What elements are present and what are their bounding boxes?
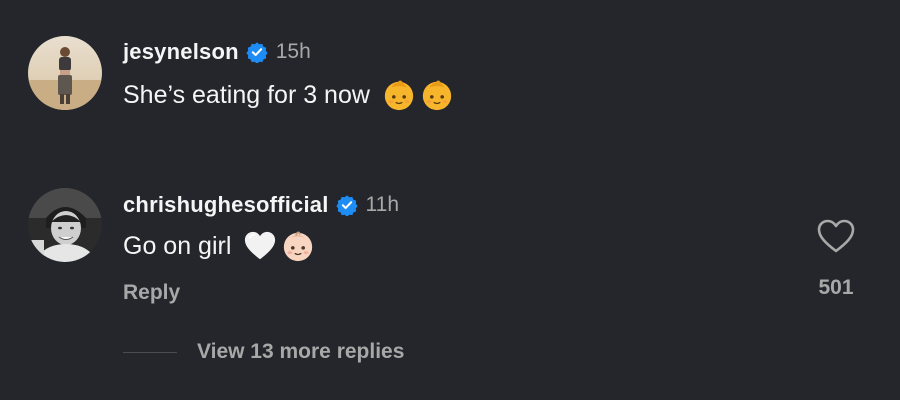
username[interactable]: jesynelson xyxy=(123,39,239,65)
baby-emoji xyxy=(281,229,315,263)
avatar-jesynelson[interactable] xyxy=(28,36,102,110)
avatar-image xyxy=(28,36,102,110)
timestamp: 11h xyxy=(365,193,399,216)
timestamp: 15h xyxy=(275,40,311,63)
comment-meta: chrishughesofficial 11h xyxy=(123,190,399,220)
comment-text: Go on girl xyxy=(123,231,232,260)
view-more-replies-label: View 13 more replies xyxy=(197,340,405,363)
comment-meta: jesynelson 15h xyxy=(123,37,311,67)
username[interactable]: chrishughesofficial xyxy=(123,192,329,218)
comment-text: She’s eating for 3 now xyxy=(123,80,370,109)
white-heart-emoji xyxy=(243,229,277,263)
reply-button[interactable]: Reply xyxy=(123,281,180,305)
avatar-image xyxy=(28,188,102,262)
comment-text-row: She’s eating for 3 now xyxy=(123,78,454,112)
baby-emoji xyxy=(382,78,416,112)
baby-emoji xyxy=(420,78,454,112)
verified-badge-icon xyxy=(335,194,358,216)
comment-text-row: Go on girl xyxy=(123,229,315,263)
replies-divider-line xyxy=(123,351,177,353)
avatar-chrishughesofficial[interactable] xyxy=(28,188,102,262)
like-count: 501 xyxy=(818,276,854,299)
view-more-replies-button[interactable]: View 13 more replies xyxy=(123,340,404,364)
verified-badge-icon xyxy=(246,41,268,63)
heart-outline-icon[interactable] xyxy=(816,218,856,254)
